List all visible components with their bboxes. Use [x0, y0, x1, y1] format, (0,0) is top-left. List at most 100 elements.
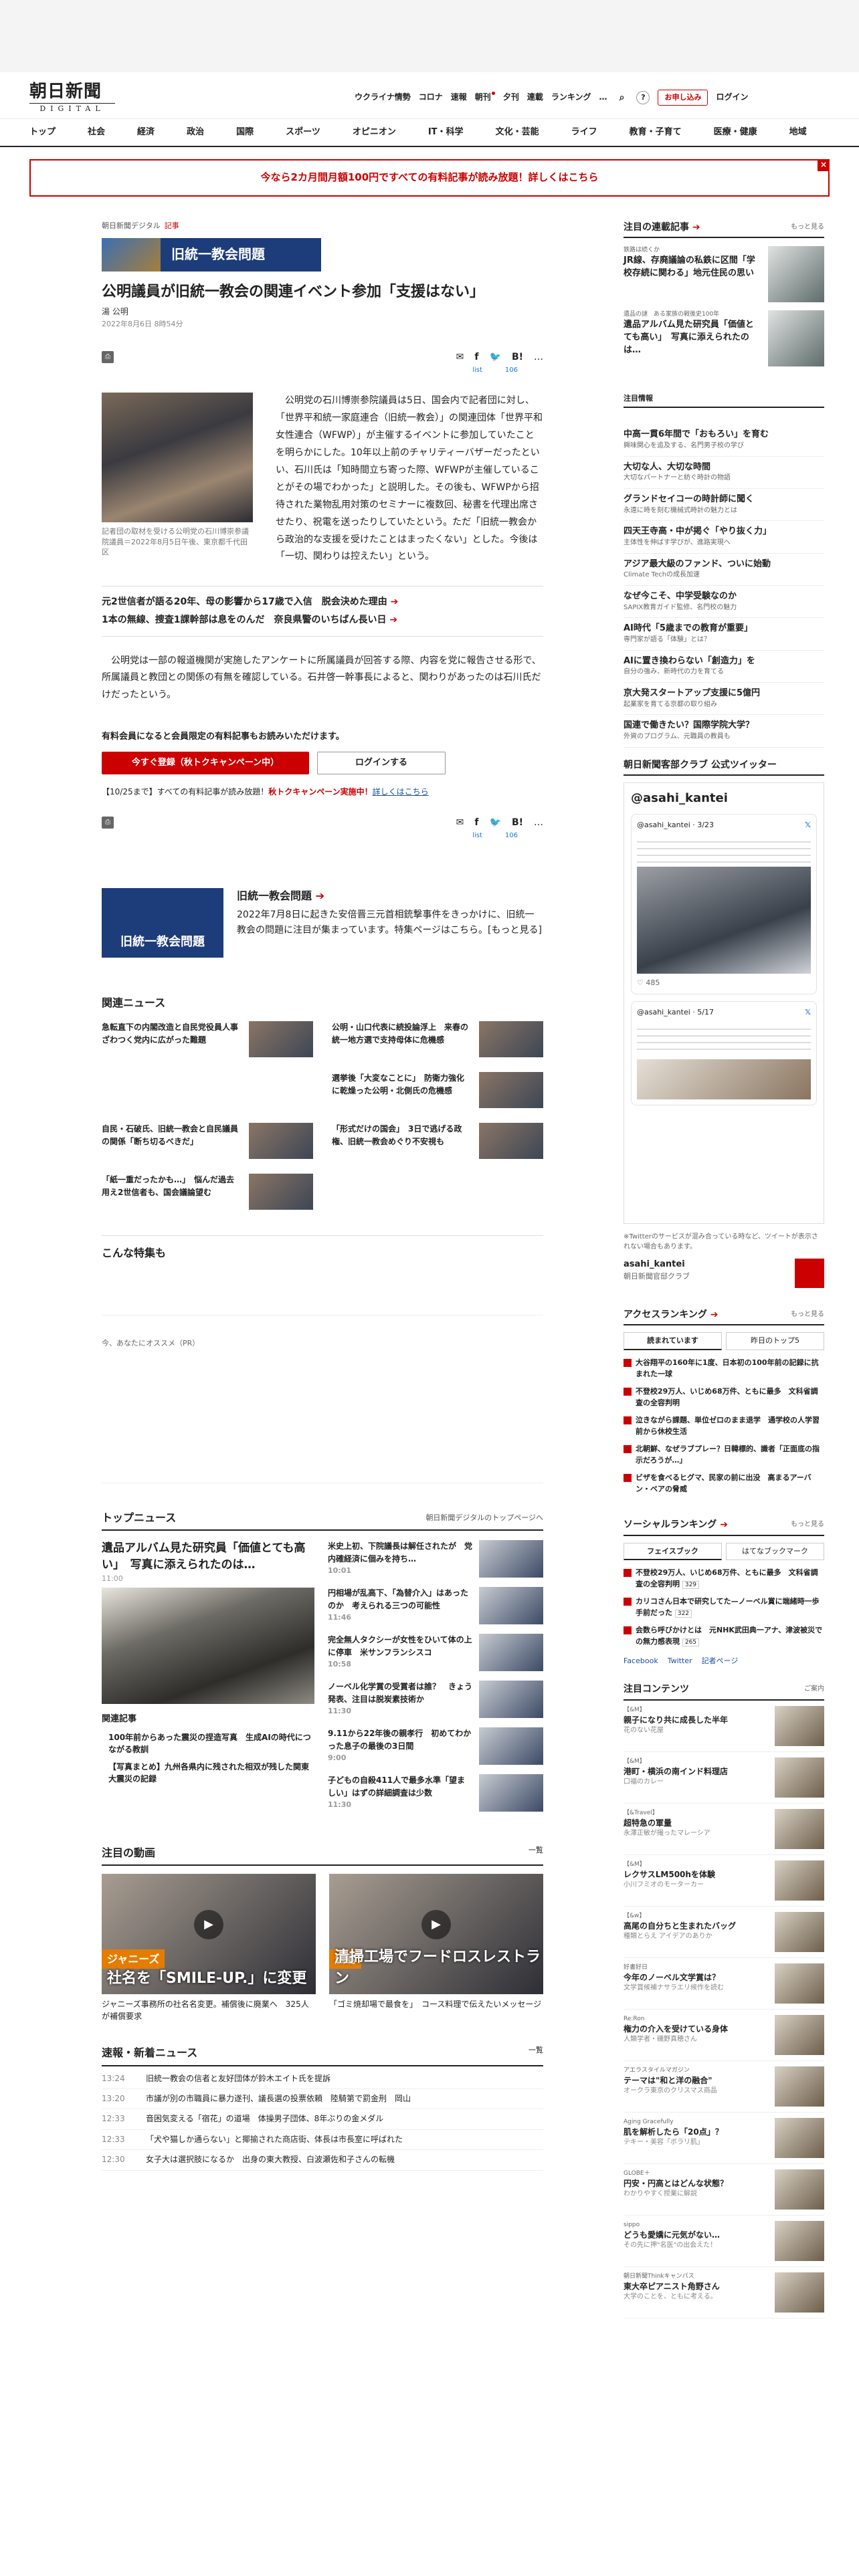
hot-info-item[interactable]: 京大発スタートアップ支援に5億円 起業家を育てる京都の取り組み	[624, 683, 824, 716]
content-item[interactable]: GLOBE＋ 円安・円高とはどんな状態？ わかりやすく授業に解説	[624, 2164, 824, 2216]
article-author[interactable]: 湯 公明	[102, 306, 543, 318]
content-item[interactable]: アエラスタイルマガジン テーマは"和と洋の融合" オークラ東京のクリスマス商品	[624, 2061, 824, 2113]
tweet-card[interactable]: 𝕏 @asahi_kantei · 5/17	[631, 1000, 817, 1105]
nav-sports[interactable]: スポーツ	[286, 126, 320, 139]
nav-international[interactable]: 国際	[236, 126, 254, 139]
hot-info-item[interactable]: なぜ今こそ、中学受験なのか SAPIX教育ガイド監修、名門校の魅力	[624, 586, 824, 619]
nav-top[interactable]: トップ	[29, 126, 56, 139]
top-news-item[interactable]: 9.11から22年後の親孝行 初めてわかった息子の最後の3日間 9:00	[328, 1727, 543, 1765]
hatena-icon[interactable]: B!	[512, 816, 523, 829]
nav-education[interactable]: 教育・子育て	[630, 126, 682, 139]
mail-icon[interactable]: ✉	[456, 350, 464, 364]
twitter-icon[interactable]: 🐦	[490, 350, 501, 364]
subscribe-button[interactable]: 今すぐ登録（秋トクキャンペーン中）	[102, 752, 309, 775]
related-article[interactable]: 100年前からあった震災の捏造写真 生成AIの時代につながる教訓	[102, 1731, 314, 1755]
breaking-item[interactable]: 13:20 市議が別の市職員に暴力遂刊、議長選の投票依頼 陸騎第で罰金刑 岡山	[102, 2089, 543, 2110]
breadcrumb-section[interactable]: 記事	[165, 221, 179, 230]
util-ranking[interactable]: ランキング	[551, 92, 591, 103]
topic-banner[interactable]: 旧統一教会問題	[102, 237, 321, 272]
content-item[interactable]: 好書好日 今年のノーベル文学賞は？ 文学賞候補ナサラエリ候作を読む	[624, 1958, 824, 2010]
nav-region[interactable]: 地域	[789, 126, 807, 139]
twitter-embed[interactable]: @asahi_kantei 𝕏 @asahi_kantei · 3/23 ♡ 4…	[624, 782, 824, 1224]
tweet-card[interactable]: 𝕏 @asahi_kantei · 3/23 ♡ 485	[631, 814, 817, 994]
bookmark-count[interactable]: 106	[505, 831, 518, 841]
video-card[interactable]: 広島 清掃工場でフードロスレストラン ▶ 「ゴミ焼却場で最食を」 コース料理で伝…	[329, 1874, 543, 2022]
related-news-item[interactable]: 選挙後「大変なことに」 防衛力強化に乾燥った公明・北側氏の危機感	[332, 1072, 543, 1111]
nav-culture[interactable]: 文化・芸能	[496, 126, 539, 139]
access-ranking-more[interactable]: もっと見る	[791, 1310, 824, 1320]
nav-life[interactable]: ライフ	[571, 126, 597, 139]
hatena-icon[interactable]: B!	[512, 350, 523, 364]
ranking-item[interactable]: 大谷翔平の160年に1度、日本初の100年前の記録に抗まれた一球	[624, 1354, 824, 1383]
inline-link-2[interactable]: 1本の無線、捜査1課幹部は息をのんだ 奈良県警のいちばん長い日 ➔	[102, 611, 543, 629]
top-page-link[interactable]: 朝日新聞デジタルのトップページへ	[425, 1513, 543, 1523]
top-news-item[interactable]: ノーベル化学賞の受賞者は誰？ きょう発表、注目は脱炭素技術か 11:30	[328, 1681, 543, 1719]
hot-info-item[interactable]: 中高一貫6年間で「おもろい」を育む 興味関心を追及する、名門男子校の学び	[624, 424, 824, 457]
feature-item[interactable]: 鉄路は続くか JR線、存廃議論の私鉄に区間「学校存続に関わる」地元住民の思い	[624, 246, 824, 303]
content-item[interactable]: Aging Gracefully 肌を解析したら「20点」？ テキー・美容「ボラリ肌…	[624, 2113, 824, 2164]
top-news-item[interactable]: 米史上初、下院議長は解任されたが 党内確経済に個みを持ち… 10:01	[328, 1540, 543, 1578]
top-news-main-image[interactable]	[102, 1588, 314, 1705]
search-icon[interactable]: ⌕	[615, 91, 628, 104]
nav-it-science[interactable]: IT・科学	[428, 126, 464, 139]
tab-most-read[interactable]: 読まれています	[624, 1332, 722, 1351]
hot-info-item[interactable]: AIに置き換わらない「創造力」を 自分の強み、新時代の力を育てる	[624, 651, 824, 683]
article-photo[interactable]: 記者団の取材を受ける公明党の石川博崇参議院議員＝2022年8月5日午後、東京都千…	[102, 393, 253, 557]
ranking-item[interactable]: ビザを食べるヒグマ、民家の前に出没 高まるアーバン・ベアの脅威	[624, 1469, 824, 1498]
hot-info-item[interactable]: アジア最大級のファンド、ついに始動 Climate Techの成長加速	[624, 554, 824, 586]
campaign-link[interactable]: 詳しくはこちら	[373, 787, 429, 796]
breaking-item[interactable]: 12:30 女子大は選択肢になるか 出身の東大教授、白波瀬佐和子さんの転機	[102, 2150, 543, 2171]
facebook-link[interactable]: Facebook	[624, 1656, 658, 1667]
content-item[interactable]: 【&M】 親子になり共に成長した半年 花のない花屋	[624, 1701, 824, 1752]
special-feature[interactable]: 旧統一教会問題 旧統一教会問題 ➔ 2022年7月8日に起きた安倍晋三元首相銃撃…	[102, 887, 543, 958]
tab-yesterday-top5[interactable]: 昨日のトップ5	[726, 1332, 824, 1351]
feature-item[interactable]: 遺品の謎 ある家族の戦後史100年 遺品アルバム見た研究員「価値とても高い」 写真…	[624, 310, 824, 367]
hot-info-item[interactable]: AI時代「5歳までの教育が重要」 専門家が語る「体験」とは？	[624, 618, 824, 651]
contents-more[interactable]: ご案内	[804, 1685, 824, 1695]
play-icon[interactable]: ▶	[421, 1910, 451, 1940]
facebook-icon[interactable]: f	[474, 816, 478, 829]
ranking-item[interactable]: 泣きながら課題、単位ゼロのまま退学 通学校の人学習前から休校生活	[624, 1412, 824, 1440]
ranking-item[interactable]: 北朝鮮、なぜラブプレー？日韓標的、識者「正面底の指示だろうが…」	[624, 1440, 824, 1469]
top-news-item[interactable]: 完全無人タクシーが女性をひいて体の上に停車 米サンフランシスコ 10:58	[328, 1634, 543, 1672]
inline-link-1[interactable]: 元2世信者が語る20年、母の影響から17歳で入信 脱会決めた理由 ➔	[102, 593, 543, 611]
bookmark-count[interactable]: 106	[505, 366, 518, 376]
breaking-item[interactable]: 12:33 音困気変える「宿花」の道場 体操男子団体、8年ぶりの金メダル	[102, 2109, 543, 2130]
feature-series-more[interactable]: もっと見る	[791, 223, 824, 233]
facebook-icon[interactable]: f	[474, 350, 478, 364]
campaign-banner[interactable]: 今なら2カ月間月額100円ですべての有料記事が読み放題！詳しくはこちら ×	[29, 159, 830, 197]
util-morning[interactable]: 朝刊	[475, 92, 495, 103]
twitter-icon[interactable]: 🐦	[490, 816, 501, 829]
print-icon[interactable]: ⎙	[102, 817, 114, 829]
tab-hatena[interactable]: はてなブックマーク	[726, 1542, 824, 1561]
login-button[interactable]: ログインする	[317, 752, 446, 775]
print-icon[interactable]: ⎙	[102, 350, 114, 363]
heart-icon[interactable]: ♡	[637, 978, 644, 987]
reporter-page-link[interactable]: 記者ページ	[702, 1656, 739, 1667]
login-link[interactable]: ログイン	[716, 92, 748, 103]
more-icon[interactable]: …	[534, 350, 543, 364]
related-article[interactable]: 【写真まとめ】九州各県内に残された相双が残した関東大震災の記録	[102, 1761, 314, 1785]
ranking-item[interactable]: 不登校29万人、いじめ68万件、ともに最多 文科省調査の全容判明	[624, 1383, 824, 1412]
breaking-item[interactable]: 12:33 「犬や猫しか通らない」と揶揄された商店街、体長は市長室に呼ばれた	[102, 2130, 543, 2151]
util-series[interactable]: 連載	[527, 92, 543, 103]
hot-info-item[interactable]: 国連で働きたい？国際学院大学？ 外資のプログラム、元職員の教員も	[624, 715, 824, 748]
util-ukraine[interactable]: ウクライナ情勢	[355, 92, 411, 103]
util-more[interactable]: …	[599, 92, 607, 103]
util-breaking[interactable]: 速報	[451, 92, 467, 103]
hot-info-item[interactable]: 大切な人、大切な時間 大切なパートナーと紡ぐ時計の物語	[624, 457, 824, 489]
content-item[interactable]: 【&w】 高尾の自分ちと生まれたバッグ 種類とらえ アイデアのありか	[624, 1907, 824, 1958]
twitter-account[interactable]: asahi_kantei 朝日新聞官邸クラブ	[624, 1258, 824, 1288]
top-news-item[interactable]: 円相場が乱高下、「為替介入」はあったのか 考えられる三つの可能性 11:46	[328, 1587, 543, 1625]
list-count[interactable]: list	[472, 366, 482, 376]
hot-info-item[interactable]: 四天王寺高・中が掲ぐ「やり抜く力」 主体性を伸ばす学びが、進路実現へ	[624, 521, 824, 554]
social-ranking-more[interactable]: もっと見る	[791, 1520, 824, 1530]
ranking-item[interactable]: 会数ら呼びかけとは 元NHK武田典一アナ、津波被災での無力感表現 265	[624, 1622, 824, 1650]
breaking-more-link[interactable]: 一覧	[529, 2045, 543, 2060]
content-item[interactable]: sippo どうも愛嬌に元気がない… その先に押"名医"の出会えた！	[624, 2216, 824, 2267]
videos-more-link[interactable]: 一覧	[529, 1845, 543, 1860]
related-news-item[interactable]: 「紙一重だったかも…」 悩んだ過去用え2世信者も、国会議論望む	[102, 1174, 313, 1212]
content-item[interactable]: Re:Ron 権力の介入を受けている身体 人類学者・磯野真穂さん	[624, 2010, 824, 2061]
nav-economy[interactable]: 経済	[137, 126, 155, 139]
close-icon[interactable]: ×	[818, 159, 830, 171]
